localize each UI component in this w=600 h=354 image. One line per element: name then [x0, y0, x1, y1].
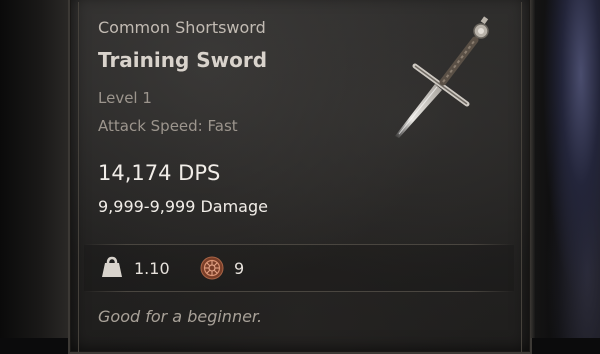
tooltip-frame-edge [530, 0, 536, 338]
divider-bottom [84, 291, 514, 292]
divider-top [84, 244, 514, 245]
item-level: Level 1 [98, 89, 152, 107]
item-damage: 9,999-9,999 Damage [98, 197, 268, 216]
weight-icon [102, 256, 122, 277]
shortsword-icon [395, 16, 489, 138]
item-dps: 14,174 DPS [98, 161, 221, 185]
item-category: Common Shortsword [98, 18, 266, 37]
coin-icon [200, 256, 224, 280]
item-sell-value: 9 [234, 259, 245, 278]
item-attack-speed: Attack Speed: Fast [98, 117, 238, 135]
item-name: Training Sword [98, 48, 268, 72]
background-left [0, 0, 68, 338]
item-weight: 1.10 [134, 259, 170, 278]
item-flavor-text: Good for a beginner. [98, 307, 263, 326]
character-silhouette [536, 0, 600, 338]
